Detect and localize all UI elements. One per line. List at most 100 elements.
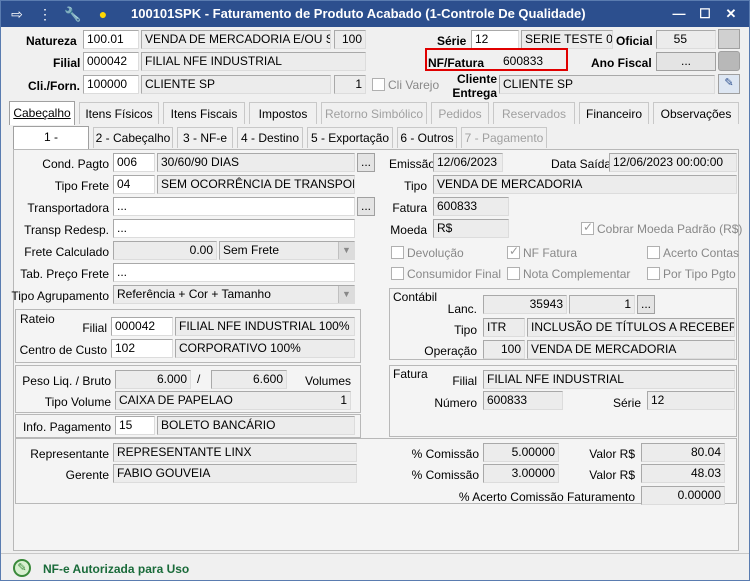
oficial-field[interactable]: 55 — [656, 30, 716, 49]
acerto-comissao-label: % Acerto Comissão Faturamento — [458, 490, 635, 504]
tab-observacoes[interactable]: Observações — [653, 102, 739, 124]
tab-preco-frete-field[interactable]: ... — [113, 263, 355, 282]
fatura-filial-field[interactable]: FILIAL NFE INDUSTRIAL — [483, 370, 735, 389]
transportadora-ellipsis-button[interactable]: ... — [357, 197, 375, 216]
tipo-frete-desc-field[interactable]: SEM OCORRÊNCIA DE TRANSPORTE — [157, 175, 355, 194]
nf-fatura-field[interactable]: 600833 — [499, 52, 565, 71]
operacao-code-field[interactable]: 100 — [483, 340, 525, 359]
acerto-contas-checkbox[interactable] — [647, 246, 660, 259]
ano-fiscal-extra-button[interactable] — [718, 51, 740, 71]
title-bar: ⇨ ⋮ 🔧 ● 100101SPK - Faturamento de Produ… — [1, 1, 749, 27]
info-pagamento-code-field[interactable]: 15 — [115, 416, 155, 435]
ano-fiscal-button[interactable]: ... — [656, 52, 716, 71]
cond-pagto-desc-field[interactable]: 30/60/90 DIAS — [157, 153, 355, 172]
valor-2-field[interactable]: 48.03 — [641, 464, 725, 483]
tipo-frete-label: Tipo Frete — [54, 179, 109, 193]
fatura-serie-field[interactable]: 12 — [647, 391, 735, 410]
comissao-2-field[interactable]: 3.00000 — [483, 464, 559, 483]
rateio-filial-code-field[interactable]: 000042 — [111, 317, 173, 336]
operacao-desc-field[interactable]: VENDA DE MERCADORIA — [527, 340, 735, 359]
cli-forn-desc-field[interactable]: CLIENTE SP — [141, 75, 331, 94]
close-button[interactable]: ✕ — [721, 5, 741, 23]
tab-impostos[interactable]: Impostos — [249, 102, 317, 124]
tab-cabecalho[interactable]: Cabeçalho — [9, 101, 75, 125]
tipo-frete-code-field[interactable]: 04 — [113, 175, 155, 194]
data-saida-field[interactable]: 12/06/2023 00:00:00 — [609, 153, 737, 172]
subtab-3-nfe[interactable]: 3 - NF-e — [177, 127, 233, 148]
transp-redesp-field[interactable]: ... — [113, 219, 355, 238]
fatura-field[interactable]: 600833 — [433, 197, 509, 216]
oficial-label: Oficial — [616, 34, 653, 48]
natureza-num-field[interactable]: 100 — [334, 30, 366, 49]
tab-itens-fiscais[interactable]: Itens Fiscais — [163, 102, 245, 124]
lanc-num-field[interactable]: 1 — [569, 295, 635, 314]
peso-liq-field[interactable]: 6.000 — [115, 370, 191, 389]
minimize-button[interactable]: — — [669, 5, 689, 23]
cond-pagto-code-field[interactable]: 006 — [113, 153, 155, 172]
valor-1-field[interactable]: 80.04 — [641, 443, 725, 462]
tab-itens-fisicos[interactable]: Itens Físicos — [79, 102, 159, 124]
subtab-1-cabecalho[interactable]: 1 - Cabeçalho — [13, 126, 89, 165]
cli-forn-num-field[interactable]: 1 — [334, 75, 366, 94]
tab-financeiro[interactable]: Financeiro — [579, 102, 649, 124]
subtab-2-cabecalho[interactable]: 2 - Cabeçalho — [93, 127, 173, 148]
devolucao-checkbox[interactable] — [391, 246, 404, 259]
filial-desc-field[interactable]: FILIAL NFE INDUSTRIAL — [141, 52, 366, 71]
subtab-7-pagamento[interactable]: 7 - Pagamento — [461, 127, 547, 148]
traffic-light-icon[interactable]: ⋮ — [35, 4, 55, 24]
filial-code-field[interactable]: 000042 — [83, 52, 139, 71]
frete-calculado-select[interactable]: Sem Frete ▼ — [219, 241, 355, 260]
emissao-field[interactable]: 12/06/2023 — [433, 153, 503, 172]
oficial-button[interactable] — [718, 29, 740, 49]
contabil-tipo-code-field[interactable]: ITR — [483, 318, 525, 337]
peso-separator: / — [197, 372, 201, 386]
fatura-filial-label: Filial — [452, 374, 477, 388]
cobrar-moeda-checkbox[interactable] — [581, 220, 594, 235]
subtab-5-exportacao[interactable]: 5 - Exportação — [307, 127, 393, 148]
status-text: NF-e Autorizada para Uso — [43, 562, 190, 576]
main-tabs: Cabeçalho Itens Físicos Itens Fiscais Im… — [9, 101, 741, 125]
cliente-entrega-field[interactable]: CLIENTE SP — [499, 75, 715, 94]
centro-custo-desc-field[interactable]: CORPORATIVO 100% — [175, 339, 355, 358]
info-pagamento-desc-field[interactable]: BOLETO BANCÁRIO — [157, 416, 355, 435]
tipo-agrupamento-select[interactable]: Referência + Cor + Tamanho ▼ — [113, 285, 355, 304]
cli-forn-code-field[interactable]: 100000 — [83, 75, 139, 94]
volumes-field[interactable]: 1 — [291, 391, 351, 410]
frete-calculado-field[interactable]: 0.00 — [113, 241, 217, 260]
tab-pedidos[interactable]: Pedidos — [431, 102, 489, 124]
serie-code-field[interactable]: 12 — [471, 30, 519, 49]
transportadora-field[interactable]: ... — [113, 197, 355, 216]
export-icon[interactable]: ⇨ — [7, 4, 27, 24]
subtab-4-destino[interactable]: 4 - Destino — [237, 127, 303, 148]
fatura-numero-field[interactable]: 600833 — [483, 391, 563, 410]
maximize-button[interactable]: ☐ — [695, 5, 715, 23]
nota-complementar-checkbox[interactable] — [507, 267, 520, 280]
acerto-comissao-field[interactable]: 0.00000 — [641, 486, 725, 505]
cli-varejo-checkbox[interactable] — [372, 78, 385, 91]
lightbulb-icon[interactable]: ● — [93, 4, 113, 24]
edit-icon[interactable]: ✎ — [718, 74, 740, 94]
wrench-icon[interactable]: 🔧 — [63, 4, 83, 24]
comissao-1-field[interactable]: 5.00000 — [483, 443, 559, 462]
lanc-ellipsis-button[interactable]: ... — [637, 295, 655, 314]
gerente-field[interactable]: FABIO GOUVEIA — [113, 464, 357, 483]
por-tipo-pgto-checkbox[interactable] — [647, 267, 660, 280]
serie-desc-field[interactable]: SERIE TESTE 01.1 — [521, 30, 613, 49]
sub-tabs: 1 - Cabeçalho 2 - Cabeçalho 3 - NF-e 4 -… — [13, 126, 737, 165]
peso-bruto-field[interactable]: 6.600 — [211, 370, 287, 389]
cond-pagto-ellipsis-button[interactable]: ... — [357, 153, 375, 172]
nf-fatura-checkbox[interactable] — [507, 244, 520, 259]
tab-reservados[interactable]: Reservados — [493, 102, 575, 124]
natureza-code-field[interactable]: 100.01 — [83, 30, 139, 49]
tab-retorno-simbolico[interactable]: Retorno Simbólico — [321, 102, 427, 124]
rateio-filial-desc-field[interactable]: FILIAL NFE INDUSTRIAL 100% — [175, 317, 355, 336]
tipo-field[interactable]: VENDA DE MERCADORIA — [433, 175, 737, 194]
natureza-desc-field[interactable]: VENDA DE MERCADORIA E/OU SERVI — [141, 30, 331, 49]
consumidor-final-checkbox[interactable] — [391, 267, 404, 280]
centro-custo-code-field[interactable]: 102 — [111, 339, 173, 358]
moeda-field[interactable]: R$ — [433, 219, 509, 238]
lanc-field[interactable]: 35943 — [483, 295, 567, 314]
subtab-6-outros[interactable]: 6 - Outros — [397, 127, 457, 148]
representante-field[interactable]: REPRESENTANTE LINX — [113, 443, 357, 462]
contabil-tipo-desc-field[interactable]: INCLUSÃO DE TÍTULOS A RECEBER — [527, 318, 735, 337]
